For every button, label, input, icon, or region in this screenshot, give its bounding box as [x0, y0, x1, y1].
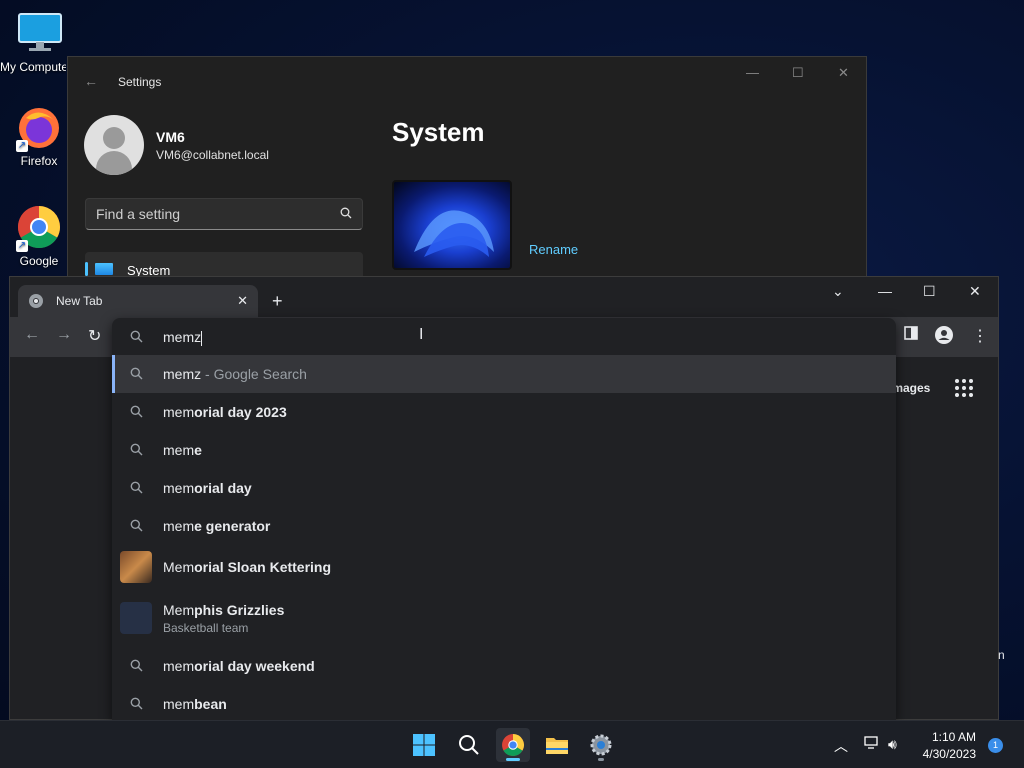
suggestion-item[interactable]: Memphis Grizzlies Basketball team — [112, 589, 896, 647]
suggestion-text: memorial day weekend — [163, 658, 315, 674]
minimize-icon[interactable]: — — [746, 65, 759, 80]
more-menu-icon[interactable]: ⋮ — [972, 326, 988, 346]
settings-icon — [590, 734, 612, 756]
rename-link[interactable]: Rename — [529, 242, 578, 257]
tab-strip: New Tab ✕ + ⌄ — ☐ ✕ — [10, 277, 998, 317]
maximize-icon[interactable]: ☐ — [792, 65, 804, 81]
find-setting-placeholder: Find a setting — [96, 206, 181, 222]
chrome-icon: ↗ — [16, 204, 62, 252]
taskbar-settings-button[interactable] — [584, 728, 618, 762]
suggestion-subtitle: Basketball team — [163, 620, 249, 635]
search-icon — [130, 367, 144, 381]
side-panel-icon[interactable] — [904, 326, 918, 345]
running-app-indicator — [598, 758, 604, 761]
suggestion-thumbnail — [120, 551, 152, 583]
suggestion-item[interactable]: memorial day 2023 — [112, 393, 896, 431]
taskbar-search-button[interactable] — [452, 728, 486, 762]
omnibox-query: memz — [163, 329, 202, 345]
find-setting-input[interactable]: Find a setting — [85, 198, 363, 230]
windows-logo-icon — [413, 734, 435, 756]
suggestion-item[interactable]: Memorial Sloan Kettering — [112, 545, 896, 589]
back-arrow-icon[interactable]: ← — [24, 326, 40, 344]
search-icon — [459, 735, 479, 755]
system-display-icon — [95, 263, 113, 275]
profile-icon[interactable] — [935, 326, 953, 349]
forward-arrow-icon[interactable]: → — [56, 326, 72, 344]
shortcut-arrow-icon: ↗ — [16, 240, 28, 252]
suggestion-item[interactable]: memorial day — [112, 469, 896, 507]
desktop-icon-label: My Computer — [0, 60, 66, 74]
search-icon — [340, 206, 352, 222]
suggestion-item[interactable]: meme — [112, 431, 896, 469]
user-name: VM6 — [156, 129, 185, 145]
omnibox-input[interactable]: memz I — [112, 318, 896, 355]
search-icon — [130, 697, 144, 711]
start-button[interactable] — [407, 728, 441, 762]
search-icon — [130, 405, 144, 419]
suggestion-text: memz - Google Search — [163, 366, 307, 382]
omnibox-dropdown: memz I memz - Google Search memorial day … — [112, 318, 896, 720]
active-app-indicator — [506, 758, 520, 761]
suggestion-text: memorial day — [163, 480, 252, 496]
tab-new-tab[interactable]: New Tab ✕ — [18, 285, 258, 317]
search-icon — [130, 443, 144, 457]
search-icon — [130, 481, 144, 495]
clock-date[interactable]: 4/30/2023 — [900, 747, 976, 761]
tab-title: New Tab — [56, 294, 103, 308]
monitor-icon — [17, 10, 63, 56]
new-tab-plus-icon[interactable]: + — [272, 291, 283, 312]
tab-search-chevron-icon[interactable]: ⌄ — [832, 283, 844, 300]
settings-window: ← Settings — ☐ ✕ VM6 VM6@collabnet.local… — [67, 56, 867, 296]
maximize-icon[interactable]: ☐ — [923, 283, 936, 300]
close-icon[interactable]: ✕ — [838, 65, 849, 81]
partial-text: n — [998, 648, 1005, 662]
avatar[interactable] — [84, 115, 144, 175]
suggestion-item[interactable]: memz - Google Search — [112, 355, 896, 393]
suggestion-text: Memphis Grizzlies Basketball team — [163, 601, 285, 635]
settings-titlebar: ← Settings — ☐ ✕ — [68, 57, 866, 105]
show-hidden-icons-chevron-icon[interactable]: ︿ — [834, 736, 848, 756]
search-icon — [130, 330, 143, 348]
close-icon[interactable]: ✕ — [969, 283, 981, 300]
tab-close-icon[interactable]: ✕ — [237, 293, 248, 309]
settings-window-title: Settings — [118, 75, 162, 89]
minimize-icon[interactable]: — — [878, 283, 892, 299]
clock-time[interactable]: 1:10 AM — [900, 730, 976, 744]
taskbar: ︿ 🔊︎ 1:10 AM 4/30/2023 1 — [0, 720, 1024, 768]
text-cursor-icon: I — [419, 326, 424, 343]
chrome-favicon-icon — [28, 293, 44, 309]
suggestion-text: membean — [163, 696, 227, 712]
volume-icon[interactable]: 🔊︎ — [888, 736, 897, 753]
reload-icon[interactable]: ↻ — [88, 326, 101, 346]
search-icon — [130, 659, 144, 673]
taskbar-file-explorer-button[interactable] — [540, 728, 574, 762]
suggestion-item[interactable]: memorial day weekend — [112, 647, 896, 685]
network-icon[interactable] — [864, 736, 880, 753]
chrome-icon — [502, 734, 524, 756]
selection-indicator — [85, 262, 88, 276]
google-apps-icon[interactable] — [955, 379, 973, 397]
back-arrow-icon[interactable]: ← — [84, 73, 98, 89]
shortcut-arrow-icon: ↗ — [16, 140, 28, 152]
firefox-icon: ↗ — [16, 104, 62, 152]
suggestion-item[interactable]: meme generator — [112, 507, 896, 545]
suggestion-text: meme — [163, 442, 202, 458]
suggestion-text: meme generator — [163, 518, 271, 534]
wallpaper-thumbnail[interactable] — [392, 180, 512, 270]
file-explorer-icon — [546, 738, 568, 754]
desktop-icon-label: Google Chrome — [18, 254, 61, 270]
suggestion-thumbnail — [120, 602, 152, 634]
search-icon — [130, 519, 144, 533]
taskbar-chrome-button[interactable] — [496, 728, 530, 762]
page-title: System — [392, 117, 485, 147]
suggestion-text: memorial day 2023 — [163, 404, 287, 420]
notification-badge[interactable]: 1 — [988, 738, 1003, 753]
user-email: VM6@collabnet.local — [156, 148, 269, 162]
suggestion-item[interactable]: membean — [112, 685, 896, 723]
suggestion-text: Memorial Sloan Kettering — [163, 559, 332, 575]
